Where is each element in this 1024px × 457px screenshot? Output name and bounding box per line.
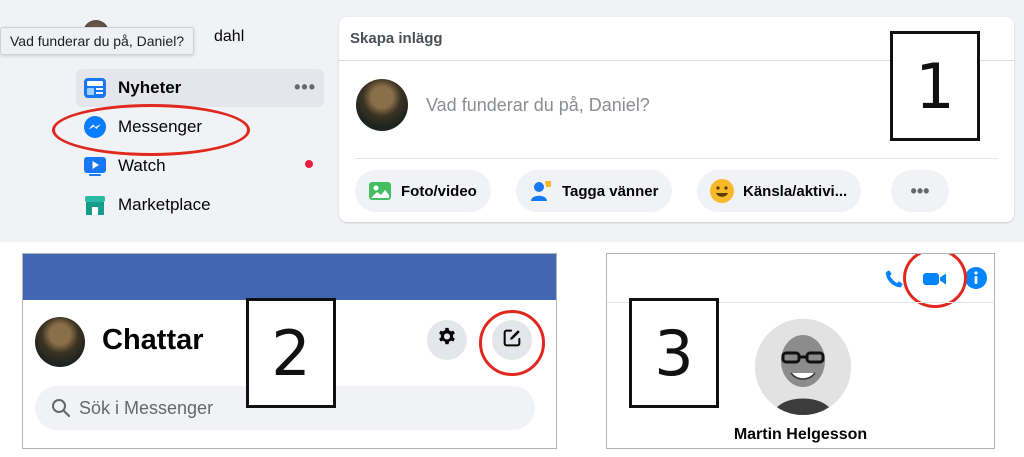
avatar[interactable] [356, 79, 408, 131]
top-bar [23, 254, 556, 300]
watch-icon [82, 153, 108, 179]
page-title: Chattar [102, 324, 204, 356]
search-icon [51, 398, 71, 418]
tag-friends-button[interactable]: Tagga vänner [516, 170, 673, 212]
step-number-1: 1 [890, 31, 980, 141]
sidebar-item-marketplace[interactable]: Marketplace [76, 186, 324, 224]
photo-video-label: Foto/video [401, 182, 477, 200]
feeling-icon [709, 178, 735, 204]
sidebar-item-label: Watch [118, 156, 166, 175]
notification-dot [305, 160, 313, 168]
phone-icon[interactable] [883, 268, 905, 295]
tag-friends-label: Tagga vänner [562, 182, 659, 200]
profile-name[interactable]: dahl [214, 28, 244, 46]
feeling-activity-button[interactable]: Känsla/aktivi... [697, 170, 862, 212]
messenger-conversation-panel: Martin Helgesson 3 [606, 253, 995, 449]
messenger-icon [82, 114, 108, 140]
compose-icon [501, 327, 523, 354]
news-feed-icon [82, 75, 108, 101]
facebook-home-panel: dahl Vad funderar du på, Daniel? Nyheter… [0, 0, 1024, 242]
info-icon[interactable] [964, 266, 988, 295]
sidebar-item-label: Messenger [118, 117, 203, 136]
sidebar-item-label: Marketplace [118, 195, 211, 214]
more-options-icon[interactable]: ••• [294, 77, 316, 98]
new-message-button[interactable] [492, 320, 532, 360]
photo-icon [367, 178, 393, 204]
avatar[interactable] [35, 317, 85, 367]
search-placeholder: Sök i Messenger [79, 397, 214, 418]
step-number-2: 2 [246, 298, 336, 408]
sidebar-item-messenger[interactable]: Messenger [76, 108, 324, 146]
marketplace-icon [82, 192, 108, 218]
sidebar-item-news-feed[interactable]: Nyheter ••• [76, 69, 324, 107]
settings-button[interactable] [427, 320, 467, 360]
sidebar-item-watch[interactable]: Watch [76, 147, 324, 185]
feeling-activity-label: Känsla/aktivi... [743, 182, 848, 200]
photo-video-button[interactable]: Foto/video [355, 170, 491, 212]
post-composer-input[interactable]: Vad funderar du på, Daniel? [426, 95, 650, 116]
tag-friends-icon [528, 178, 554, 204]
messenger-chats-panel: Chattar Sök i Messenger 2 [22, 253, 557, 449]
contact-avatar [755, 319, 851, 415]
gear-icon [436, 327, 458, 354]
step-number-3: 3 [629, 298, 719, 408]
sidebar-item-label: Nyheter [118, 78, 182, 97]
tooltip: Vad funderar du på, Daniel? [0, 27, 195, 55]
video-camera-icon[interactable] [922, 268, 948, 295]
more-actions-button[interactable]: ••• [891, 170, 949, 212]
contact-name: Martin Helgesson [733, 426, 868, 443]
divider [355, 158, 998, 159]
